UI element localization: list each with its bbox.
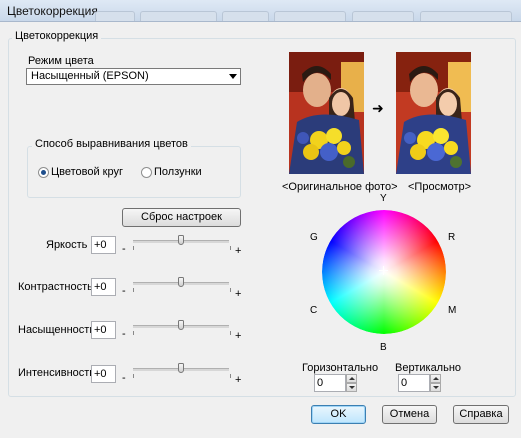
spin-up-icon[interactable] — [430, 374, 441, 383]
spin-down-icon[interactable] — [346, 383, 357, 392]
radio-color-wheel[interactable] — [38, 167, 49, 178]
slider-ticks — [133, 331, 231, 335]
spin-down-icon[interactable] — [430, 383, 441, 392]
original-photo — [289, 52, 364, 174]
title-bar: Цветокоррекция — [0, 0, 521, 22]
slider-label: Контрастность — [18, 281, 93, 293]
window-title: Цветокоррекция — [7, 4, 98, 18]
preview-photo — [396, 52, 471, 174]
minus-sign: - — [122, 243, 126, 255]
plus-sign: + — [235, 374, 242, 386]
horizontal-value-field[interactable]: 0 — [314, 374, 346, 392]
group-title: Цветокоррекция — [12, 30, 102, 42]
intensity-slider-thumb[interactable] — [178, 363, 184, 373]
vertical-value-field[interactable]: 0 — [398, 374, 430, 392]
background-tab — [420, 11, 512, 21]
preview-photo-caption: <Просмотр> — [408, 181, 472, 193]
slider-ticks — [133, 288, 231, 292]
wheel-label-c: C — [310, 305, 318, 316]
saturation-slider-thumb[interactable] — [178, 320, 184, 330]
minus-sign: - — [122, 372, 126, 384]
wheel-label-m: M — [448, 305, 457, 316]
vertical-label: Вертикально — [395, 362, 462, 374]
spin-up-icon[interactable] — [346, 374, 357, 383]
radio-color-wheel-label[interactable]: Цветовой круг — [51, 166, 123, 178]
horizontal-label: Горизонтально — [302, 362, 379, 374]
color-mode-value: Насыщенный (EPSON) — [31, 70, 149, 82]
alignment-title: Способ выравнивания цветов — [32, 138, 191, 150]
radio-sliders-label[interactable]: Ползунки — [154, 166, 202, 178]
radio-sliders[interactable] — [141, 167, 152, 178]
brightness-slider-thumb[interactable] — [178, 235, 184, 245]
background-tab — [352, 11, 414, 21]
slider-label: Насыщенность — [18, 324, 96, 336]
saturation-value-field[interactable]: +0 — [91, 321, 116, 339]
color-mode-select[interactable]: Насыщенный (EPSON) — [26, 68, 241, 85]
minus-sign: - — [122, 328, 126, 340]
reset-button[interactable]: Сброс настроек — [122, 208, 241, 227]
wheel-label-g: G — [310, 232, 318, 243]
wheel-label-b: B — [380, 342, 387, 353]
background-tab — [140, 11, 217, 21]
radio-selected-dot — [41, 170, 46, 175]
wheel-label-y: Y — [380, 193, 387, 204]
background-tab — [222, 11, 269, 21]
color-mode-label: Режим цвета — [28, 55, 94, 67]
ok-button[interactable]: OK — [311, 405, 366, 424]
cancel-button[interactable]: Отмена — [382, 405, 437, 424]
color-correction-dialog: Цветокоррекция Цветокоррекция Режим цвет… — [0, 0, 521, 438]
horizontal-spinner[interactable] — [346, 374, 357, 392]
brightness-value-field[interactable]: +0 — [91, 236, 116, 254]
arrow-right-icon: ➜ — [372, 100, 384, 116]
intensity-value-field[interactable]: +0 — [91, 365, 116, 383]
original-photo-caption: <Оригинальное фото> — [282, 181, 398, 193]
vertical-spinner[interactable] — [430, 374, 441, 392]
plus-sign: + — [235, 288, 242, 300]
slider-ticks — [133, 374, 231, 378]
background-tab — [95, 11, 135, 21]
wheel-label-r: R — [448, 232, 456, 243]
chevron-down-icon — [229, 74, 237, 79]
contrast-slider-thumb[interactable] — [178, 277, 184, 287]
background-tab — [274, 11, 346, 21]
plus-sign: + — [235, 330, 242, 342]
plus-sign: + — [235, 245, 242, 257]
help-button[interactable]: Справка — [453, 405, 509, 424]
crosshair-icon[interactable] — [379, 266, 388, 275]
minus-sign: - — [122, 285, 126, 297]
slider-label: Интенсивность — [18, 367, 96, 379]
slider-ticks — [133, 246, 231, 250]
slider-label: Яркость — [46, 239, 88, 251]
contrast-value-field[interactable]: +0 — [91, 278, 116, 296]
